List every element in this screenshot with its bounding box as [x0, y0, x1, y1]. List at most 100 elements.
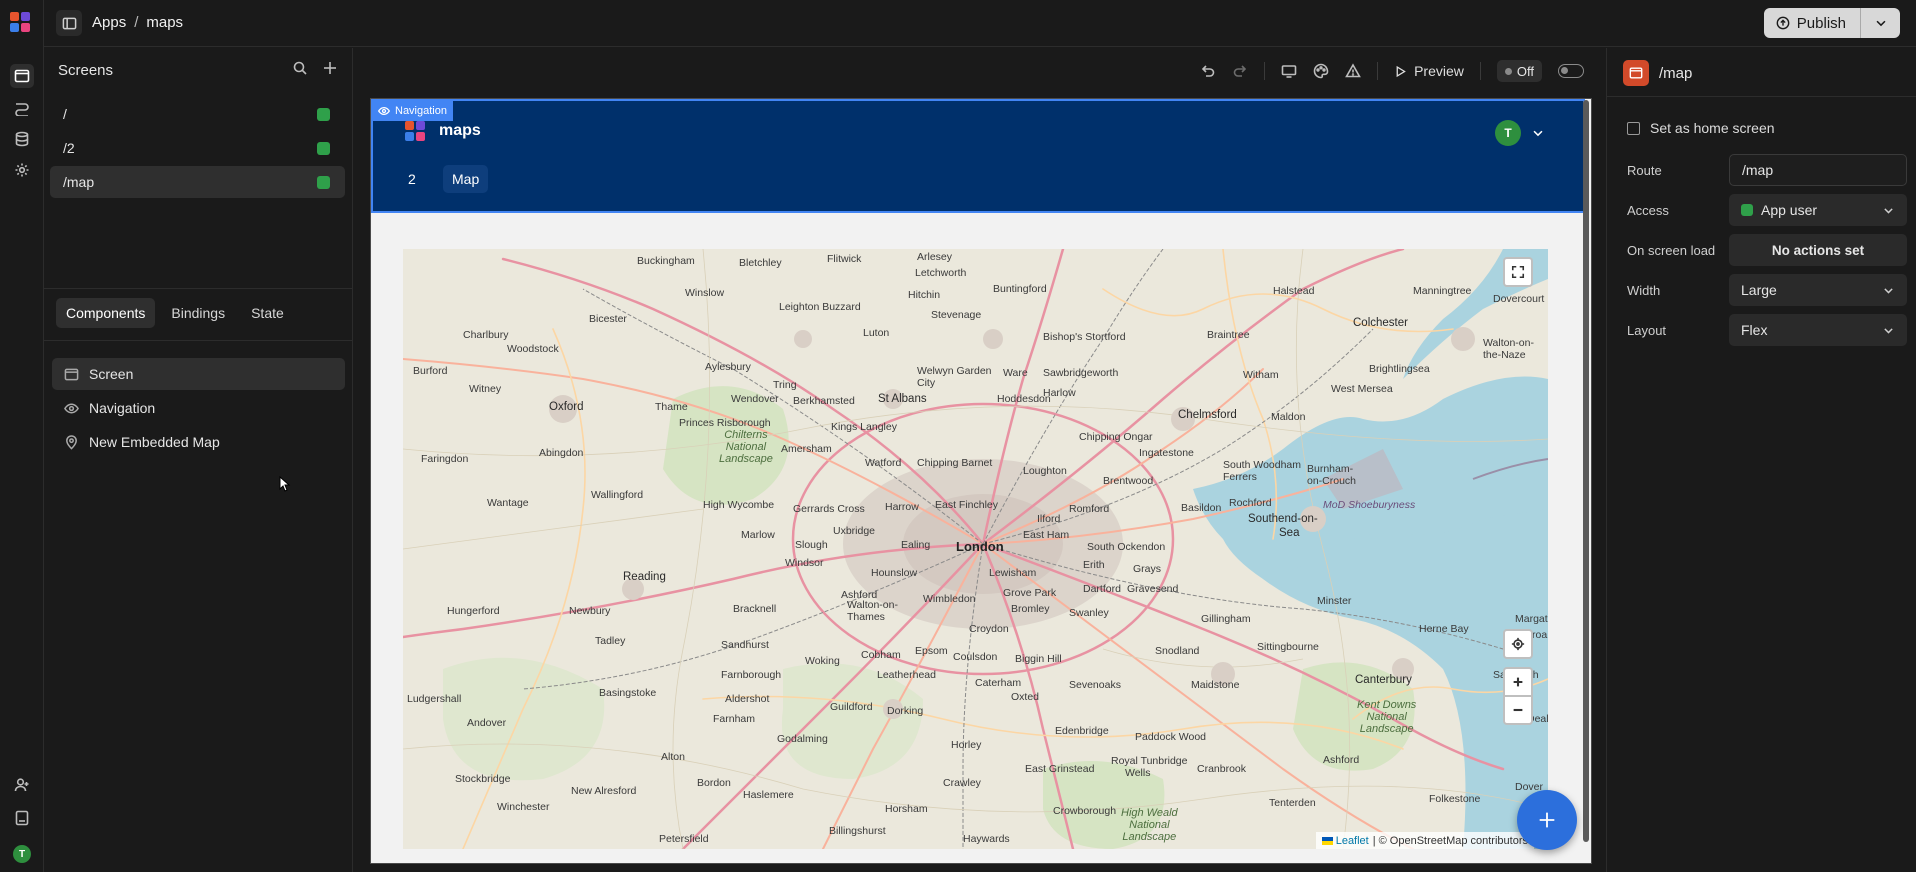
- map-label-ashford-surrey: Ashford: [841, 589, 878, 601]
- map-label-slough: Slough: [795, 539, 828, 551]
- on-load-actions-button[interactable]: No actions set: [1729, 234, 1907, 266]
- canvas-scrollbar[interactable]: [1583, 100, 1589, 842]
- sidebar-toggle-button[interactable]: [56, 10, 82, 36]
- user-avatar[interactable]: T: [13, 845, 31, 863]
- screen-item-2[interactable]: /2: [50, 132, 345, 164]
- chevron-down-icon: [1884, 327, 1893, 334]
- app-preview-frame: Navigation maps T 2 Map London Oxford Ch…: [370, 98, 1592, 864]
- map-label-st-albans: St Albans: [878, 393, 927, 405]
- settings-gear-icon[interactable]: [10, 158, 34, 182]
- live-toggle[interactable]: [1558, 64, 1584, 78]
- access-status-badge: [317, 141, 330, 155]
- chevron-down-icon: [1876, 20, 1885, 27]
- app-logo-icon[interactable]: [8, 10, 34, 36]
- width-select[interactable]: Large: [1729, 274, 1907, 306]
- left-panel-tabs: Components Bindings State: [56, 298, 294, 328]
- breadcrumb-apps-link[interactable]: Apps: [92, 14, 126, 31]
- device-preview-icon[interactable]: [1281, 63, 1297, 79]
- preview-navigation[interactable]: Navigation maps T 2 Map: [371, 99, 1585, 213]
- leaflet-link[interactable]: Leaflet: [1321, 835, 1369, 847]
- home-screen-label: Set as home screen: [1650, 120, 1775, 136]
- preview-user-avatar[interactable]: T: [1495, 120, 1521, 146]
- preview-button[interactable]: Preview: [1394, 63, 1464, 79]
- home-screen-option[interactable]: Set as home screen: [1627, 120, 1775, 136]
- route-label: Route: [1627, 162, 1662, 178]
- map-label-south-ockendon: South Ockendon: [1087, 541, 1166, 553]
- map-attribution: Leaflet | © OpenStreetMap contributors: [1315, 832, 1534, 849]
- layout-label: Layout: [1627, 322, 1667, 338]
- search-icon[interactable]: [292, 60, 308, 76]
- map-label-coulsdon: Coulsdon: [953, 651, 998, 663]
- nav-link-map[interactable]: Map: [443, 165, 489, 193]
- publish-options-button[interactable]: [1860, 8, 1900, 38]
- map-label-kent-downs: Kent Downs National Landscape: [1357, 699, 1417, 735]
- settings-title: /map: [1659, 64, 1693, 82]
- theme-palette-icon[interactable]: [1313, 63, 1329, 79]
- map-label-southend: Southend-on-: [1248, 513, 1318, 525]
- embedded-map[interactable]: London Oxford Chelmsford Reading Southen…: [403, 249, 1548, 849]
- map-label-london: London: [956, 539, 1004, 554]
- map-label-herne-bay: Herne Bay: [1419, 623, 1469, 635]
- screens-panel-actions: [292, 60, 338, 76]
- screens-rail-icon[interactable]: [10, 64, 34, 88]
- route-input[interactable]: /map: [1729, 154, 1907, 186]
- settings-header: /map: [1623, 60, 1692, 86]
- component-item-embedded-map[interactable]: New Embedded Map: [52, 426, 345, 458]
- screens-panel: Screens / /2 /map Components Bindings St…: [44, 48, 353, 872]
- map-label-high-wycombe: High Wycombe: [703, 499, 775, 511]
- width-label: Width: [1627, 282, 1661, 298]
- tab-state[interactable]: State: [241, 298, 294, 328]
- redo-icon[interactable]: [1232, 63, 1248, 79]
- map-label-letchworth: Letchworth: [915, 267, 967, 279]
- eye-icon: [64, 403, 79, 413]
- screen-item-map[interactable]: /map: [50, 166, 345, 198]
- warning-triangle-icon[interactable]: [1345, 63, 1361, 79]
- preview-app-logo-icon: [405, 121, 425, 141]
- map-label-farnham: Farnham: [713, 713, 756, 725]
- map-label-east-finchley: East Finchley: [935, 499, 999, 511]
- builder-app: T Apps / maps Publish Screens / /2 /map …: [0, 0, 1916, 872]
- preview-user-menu[interactable]: [1531, 126, 1545, 140]
- automations-rail-icon[interactable]: [10, 96, 34, 120]
- publish-button[interactable]: Publish: [1764, 8, 1860, 38]
- chevron-down-icon: [1533, 130, 1543, 137]
- map-label-horley: Horley: [951, 739, 982, 751]
- osm-attribution[interactable]: | © OpenStreetMap contributors: [1373, 835, 1528, 847]
- map-label-buckingham: Buckingham: [637, 255, 695, 267]
- add-component-fab[interactable]: [1517, 790, 1577, 850]
- panel-divider: [44, 340, 353, 341]
- map-label-southend-2: Sea: [1279, 527, 1300, 539]
- map-label-ashford: Ashford: [1323, 754, 1360, 766]
- on-load-label: On screen load: [1627, 242, 1716, 258]
- map-label-burford: Burford: [413, 365, 448, 377]
- map-locate-button[interactable]: [1503, 629, 1533, 659]
- screen-list: / /2 /map: [50, 98, 345, 200]
- screen-item-root[interactable]: /: [50, 98, 345, 130]
- map-label-basildon: Basildon: [1181, 502, 1222, 514]
- component-item-navigation[interactable]: Navigation: [52, 392, 345, 424]
- component-item-screen[interactable]: Screen: [52, 358, 345, 390]
- map-zoom-in-button[interactable]: [1503, 667, 1533, 697]
- map-label-burnham: Burnham- on-Crouch: [1307, 463, 1357, 487]
- layout-select[interactable]: Flex: [1729, 314, 1907, 346]
- map-label-witney: Witney: [469, 383, 502, 395]
- nav-link-2[interactable]: 2: [399, 165, 425, 193]
- tab-bindings[interactable]: Bindings: [161, 298, 235, 328]
- add-screen-icon[interactable]: [322, 60, 338, 76]
- map-fullscreen-button[interactable]: [1503, 257, 1533, 287]
- screen-route: /: [63, 106, 67, 122]
- map-label-sevenoaks: Sevenoaks: [1069, 679, 1121, 691]
- access-select[interactable]: App user: [1729, 194, 1907, 226]
- map-label-princes-risborough: Princes Risborough: [679, 417, 771, 429]
- map-label-south-woodham: South Woodham Ferrers: [1223, 459, 1302, 483]
- data-rail-icon[interactable]: [10, 127, 34, 151]
- tab-components[interactable]: Components: [56, 298, 156, 328]
- map-label-woodstock: Woodstock: [507, 343, 559, 355]
- map-label-billingshurst: Billingshurst: [829, 825, 886, 837]
- map-zoom-out-button[interactable]: [1503, 695, 1533, 725]
- docs-book-icon[interactable]: [10, 806, 34, 830]
- home-screen-checkbox[interactable]: [1627, 121, 1640, 135]
- undo-icon[interactable]: [1200, 63, 1216, 79]
- map-label-high-weald: High Weald National Landscape: [1121, 807, 1178, 843]
- invite-user-icon[interactable]: [10, 773, 34, 797]
